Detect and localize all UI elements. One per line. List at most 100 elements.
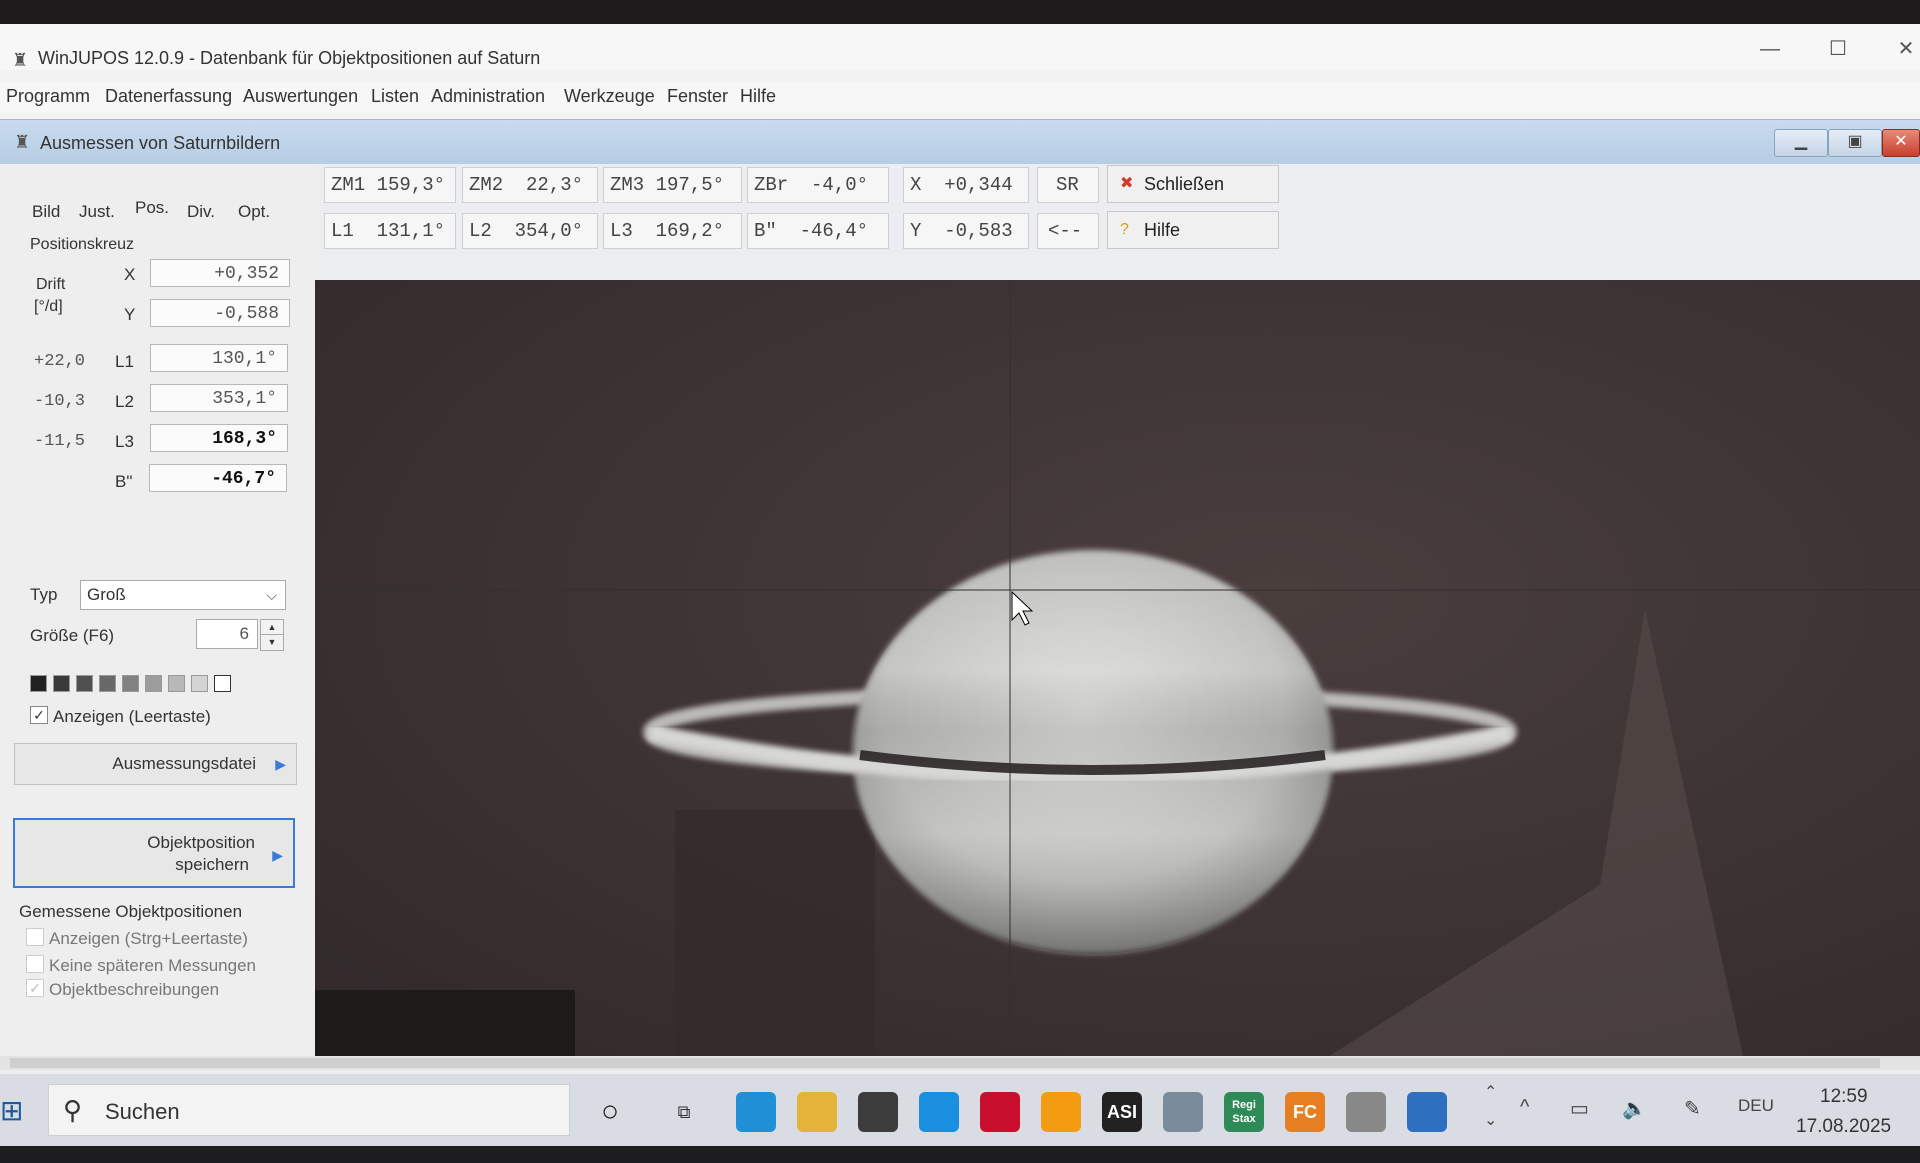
objektbeschreibungen-label: Objektbeschreibungen [49,980,220,999]
chevron-down-icon: ⌵ [266,587,277,603]
spin-down-icon[interactable]: ▼ [260,634,284,651]
objektposition-label-line2: speichern [175,855,249,874]
battery-icon[interactable]: ▭ [1570,1096,1589,1121]
main-window: ♜ WinJUPOS 12.0.9 - Datenbank für Objekt… [0,24,1920,1075]
clock-time[interactable]: 12:59 [1820,1086,1868,1108]
menu-auswertungen[interactable]: Auswertungen [243,86,358,107]
registax-icon[interactable]: Regi Stax [1224,1092,1264,1132]
readout-l1: L1 131,1° [324,213,456,249]
control-panel: Bild Just. Pos. Div. Opt. Positionskreuz… [0,164,318,1054]
main-titlebar: ♜ WinJUPOS 12.0.9 - Datenbank für Objekt… [0,24,1920,70]
windows-start-icon[interactable]: ⊞ [0,1094,30,1126]
color-swatch[interactable] [30,675,47,692]
objektbeschreibungen-checkbox[interactable]: ✓ [26,979,44,997]
explorer-icon[interactable] [797,1092,837,1132]
arrow-right-icon: ▶ [275,756,286,772]
winjupos-icon[interactable] [1163,1092,1203,1132]
scrollbar-thumb[interactable] [10,1058,1880,1068]
l1-field[interactable]: 130,1° [150,344,288,372]
hilfe-button[interactable]: ? Hilfe [1107,211,1279,249]
l2-field[interactable]: 353,1° [150,384,288,412]
close-icon[interactable]: ✕ [1888,34,1920,64]
readout-back[interactable]: <-- [1037,213,1099,249]
objektposition-speichern-button[interactable]: Objektposition speichern ▶ [13,818,295,888]
pen-icon[interactable]: ✎ [1684,1096,1701,1121]
readout-l2: L2 354,0° [462,213,598,249]
color-swatch[interactable] [76,675,93,692]
x-label: X [124,265,136,284]
tray-expand-up-icon[interactable]: ⌃ [1484,1082,1497,1102]
tab-pos[interactable]: Pos. [135,198,169,218]
edge-icon[interactable] [736,1092,776,1132]
color-swatch[interactable] [191,675,208,692]
readout-zm3: ZM3 197,5° [603,167,742,203]
color-swatch[interactable] [168,675,185,692]
y-field[interactable]: -0,588 [150,299,290,327]
mail-icon[interactable] [858,1092,898,1132]
menu-fenster[interactable]: Fenster [667,86,728,107]
language-indicator[interactable]: DEU [1738,1096,1774,1116]
maximize-icon[interactable]: ☐ [1820,34,1856,64]
b-field[interactable]: -46,7° [149,464,287,492]
menu-werkzeuge[interactable]: Werkzeuge [564,86,655,107]
color-swatch[interactable] [99,675,116,692]
saturn-image-canvas[interactable] [315,280,1920,1065]
firecapture-icon[interactable]: FC [1285,1092,1325,1132]
anzeigen-checkbox[interactable]: ✓ [30,706,48,724]
keine-spaeteren-checkbox[interactable] [26,955,44,973]
taskbar-search[interactable]: ⚲ Suchen [48,1084,570,1136]
tray-expand-down-icon[interactable]: ⌄ [1484,1110,1497,1130]
tab-just[interactable]: Just. [79,202,115,222]
cortana-icon[interactable]: ○ [590,1092,630,1132]
ausmessungsdatei-button[interactable]: Ausmessungsdatei ▶ [14,743,297,785]
arrow-right-icon: ▶ [272,847,283,863]
typ-selected-value: Groß [87,585,126,604]
menu-listen[interactable]: Listen [371,86,419,107]
task-view-icon[interactable]: ⧉ [664,1092,704,1132]
color-swatch[interactable] [53,675,70,692]
menu-hilfe[interactable]: Hilfe [740,86,776,107]
tab-opt[interactable]: Opt. [238,202,270,222]
typ-select[interactable]: Groß ⌵ [80,580,286,610]
show-hidden-icons-icon[interactable]: ^ [1520,1096,1529,1119]
menu-administration[interactable]: Administration [431,86,545,107]
menubar: Programm Datenerfassung Auswertungen Lis… [0,82,1920,112]
schliessen-button[interactable]: ✖ Schließen [1107,165,1279,203]
saturn-image [315,280,1920,1065]
groesse-value[interactable]: 6 [196,619,258,649]
anzeigen-label: Anzeigen (Leertaste) [53,707,211,726]
child-minimize-icon[interactable]: ▁ [1774,129,1828,157]
child-maximize-icon[interactable]: ▣ [1828,129,1882,157]
mcafee-icon[interactable] [980,1092,1020,1132]
l2-drift: -10,3 [34,392,86,411]
menu-programm[interactable]: Programm [6,86,90,107]
color-swatch[interactable] [145,675,162,692]
drift-unit-label: [°/d] [34,298,63,315]
anzeigen-strg-checkbox[interactable] [26,928,44,946]
main-window-title: WinJUPOS 12.0.9 - Datenbank für Objektpo… [38,48,541,68]
ausmessungsdatei-label: Ausmessungsdatei [112,754,256,773]
asi-icon[interactable]: ASI [1102,1092,1142,1132]
tab-bild[interactable]: Bild [32,202,60,222]
window-icon: ♜ [14,132,31,152]
child-close-icon[interactable]: ✕ [1882,129,1920,157]
app-blue-icon[interactable] [1407,1092,1447,1132]
player-icon[interactable] [1041,1092,1081,1132]
horizontal-scrollbar[interactable] [0,1056,1920,1070]
volume-icon[interactable]: 🔈 [1622,1096,1647,1121]
readout-b: B" -46,4° [747,213,889,249]
autostakkert-icon[interactable] [1346,1092,1386,1132]
clock-date[interactable]: 17.08.2025 [1796,1116,1891,1138]
tab-div[interactable]: Div. [187,202,215,222]
groesse-stepper: 6 ▲ ▼ [196,619,286,651]
menu-datenerfassung[interactable]: Datenerfassung [105,86,232,107]
x-field[interactable]: +0,352 [150,259,290,287]
readout-zbr: ZBr -4,0° [747,167,889,203]
store-icon[interactable] [919,1092,959,1132]
color-swatch[interactable] [214,675,231,692]
minimize-icon[interactable]: — [1752,34,1788,64]
readout-l3: L3 169,2° [603,213,742,249]
l3-field[interactable]: 168,3° [150,424,288,452]
readout-sr[interactable]: SR [1037,167,1099,203]
color-swatch[interactable] [122,675,139,692]
